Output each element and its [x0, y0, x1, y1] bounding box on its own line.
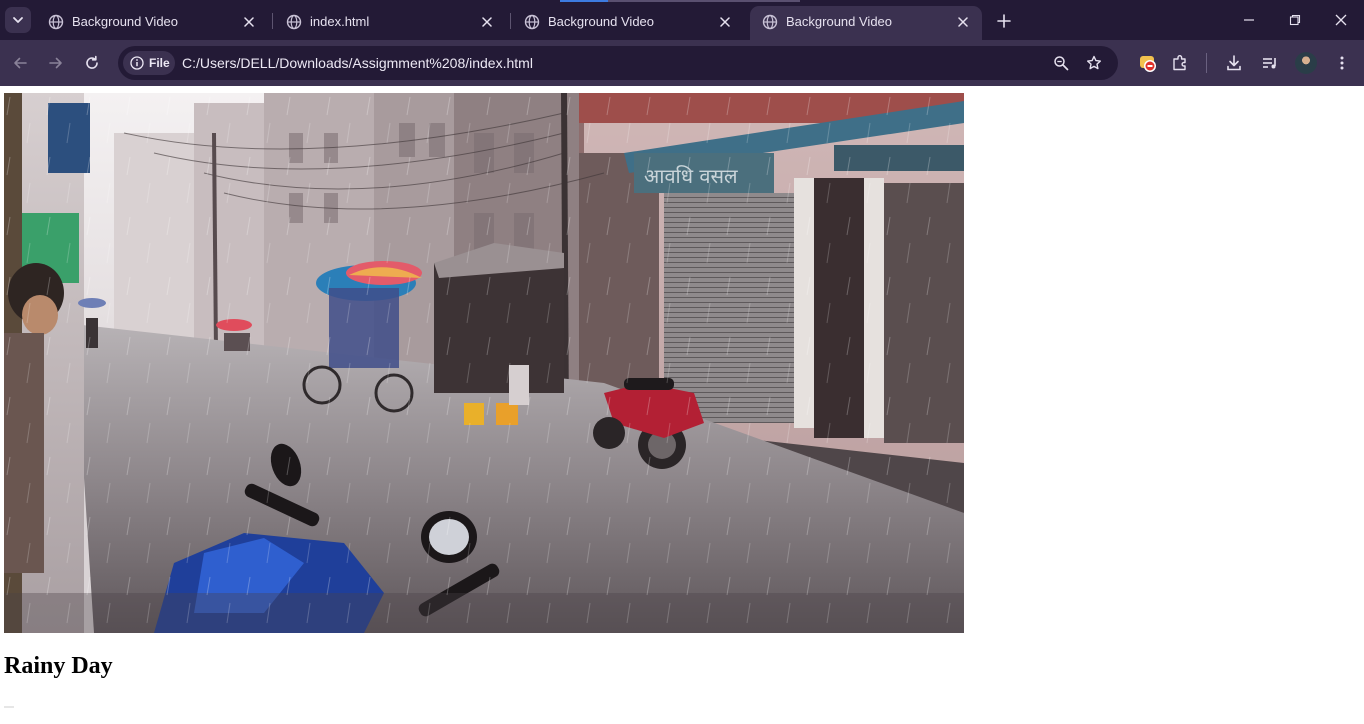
tab-loading-indicator: [560, 0, 608, 2]
page-footer-mark: [4, 706, 14, 708]
minimize-button[interactable]: [1226, 0, 1272, 40]
plus-icon: [997, 14, 1011, 28]
site-info-label: File: [149, 56, 170, 70]
media-control-icon: [1263, 58, 1276, 69]
arrow-left-icon: [14, 57, 27, 69]
tab-separator: [272, 13, 273, 29]
tab-index-html[interactable]: index.html: [274, 6, 506, 40]
url-text[interactable]: C:/Users/DELL/Downloads/Assigmment%208/i…: [182, 55, 533, 71]
new-tab-button[interactable]: [991, 8, 1017, 34]
extension-badge-button[interactable]: [1136, 51, 1160, 75]
rainy-street-illustration: आवधि वसल: [4, 93, 964, 633]
extensions-button[interactable]: [1168, 51, 1192, 75]
globe-icon: [48, 14, 64, 30]
window-close-button[interactable]: [1318, 0, 1364, 40]
reload-button[interactable]: [78, 49, 106, 77]
star-icon: [1087, 55, 1101, 70]
close-icon: [244, 17, 254, 27]
close-icon: [1335, 14, 1347, 26]
puzzle-icon: [1173, 55, 1186, 71]
globe-icon: [286, 14, 302, 30]
info-icon: [130, 56, 144, 70]
site-info-chip[interactable]: File: [123, 51, 175, 75]
globe-icon: [762, 14, 778, 30]
tab-search-button[interactable]: [5, 7, 31, 33]
tab-close-button[interactable]: [716, 13, 734, 31]
close-icon: [958, 17, 968, 27]
downloads-button[interactable]: [1222, 51, 1246, 75]
minimize-icon: [1244, 19, 1254, 21]
restore-icon: [1289, 14, 1301, 26]
zoom-icon: [1054, 56, 1069, 71]
tab-separator: [510, 13, 511, 29]
arrow-right-icon: [49, 57, 62, 69]
tab-background-video-active[interactable]: Background Video: [750, 6, 982, 40]
close-icon: [482, 17, 492, 27]
media-controls-button[interactable]: [1258, 51, 1282, 75]
browser-toolbar: File C:/Users/DELL/Downloads/Assigmment%…: [0, 40, 1364, 86]
download-icon: [1227, 55, 1241, 71]
tab-background-video-1[interactable]: Background Video: [36, 6, 268, 40]
reload-icon: [86, 55, 98, 69]
zoom-button[interactable]: [1050, 52, 1072, 74]
address-bar[interactable]: File C:/Users/DELL/Downloads/Assigmment%…: [118, 46, 1118, 80]
tab-title: Background Video: [548, 14, 655, 29]
close-icon: [720, 17, 730, 27]
back-button[interactable]: [6, 49, 34, 77]
tab-strip: Background Video index.html Background V…: [0, 0, 1364, 40]
tab-title: index.html: [310, 14, 370, 29]
extension-icon: [1140, 56, 1156, 72]
tab-background-video-2[interactable]: Background Video: [512, 6, 744, 40]
kebab-menu-icon: [1340, 56, 1344, 70]
forward-button[interactable]: [42, 49, 70, 77]
bookmark-button[interactable]: [1083, 52, 1105, 74]
tab-title: Background Video: [786, 14, 893, 29]
globe-icon: [524, 14, 540, 30]
restore-button[interactable]: [1272, 0, 1318, 40]
toolbar-separator: [1206, 53, 1207, 73]
tab-loading-track: [608, 0, 800, 2]
tab-close-button[interactable]: [240, 13, 258, 31]
background-video[interactable]: आवधि वसल: [4, 93, 964, 633]
chevron-down-icon: [13, 17, 23, 23]
avatar[interactable]: [1295, 52, 1317, 74]
tab-close-button[interactable]: [478, 13, 496, 31]
tab-close-button[interactable]: [954, 13, 972, 31]
page-heading: Rainy Day: [4, 653, 113, 679]
tab-title: Background Video: [72, 14, 179, 29]
browser-menu-button[interactable]: [1330, 51, 1354, 75]
